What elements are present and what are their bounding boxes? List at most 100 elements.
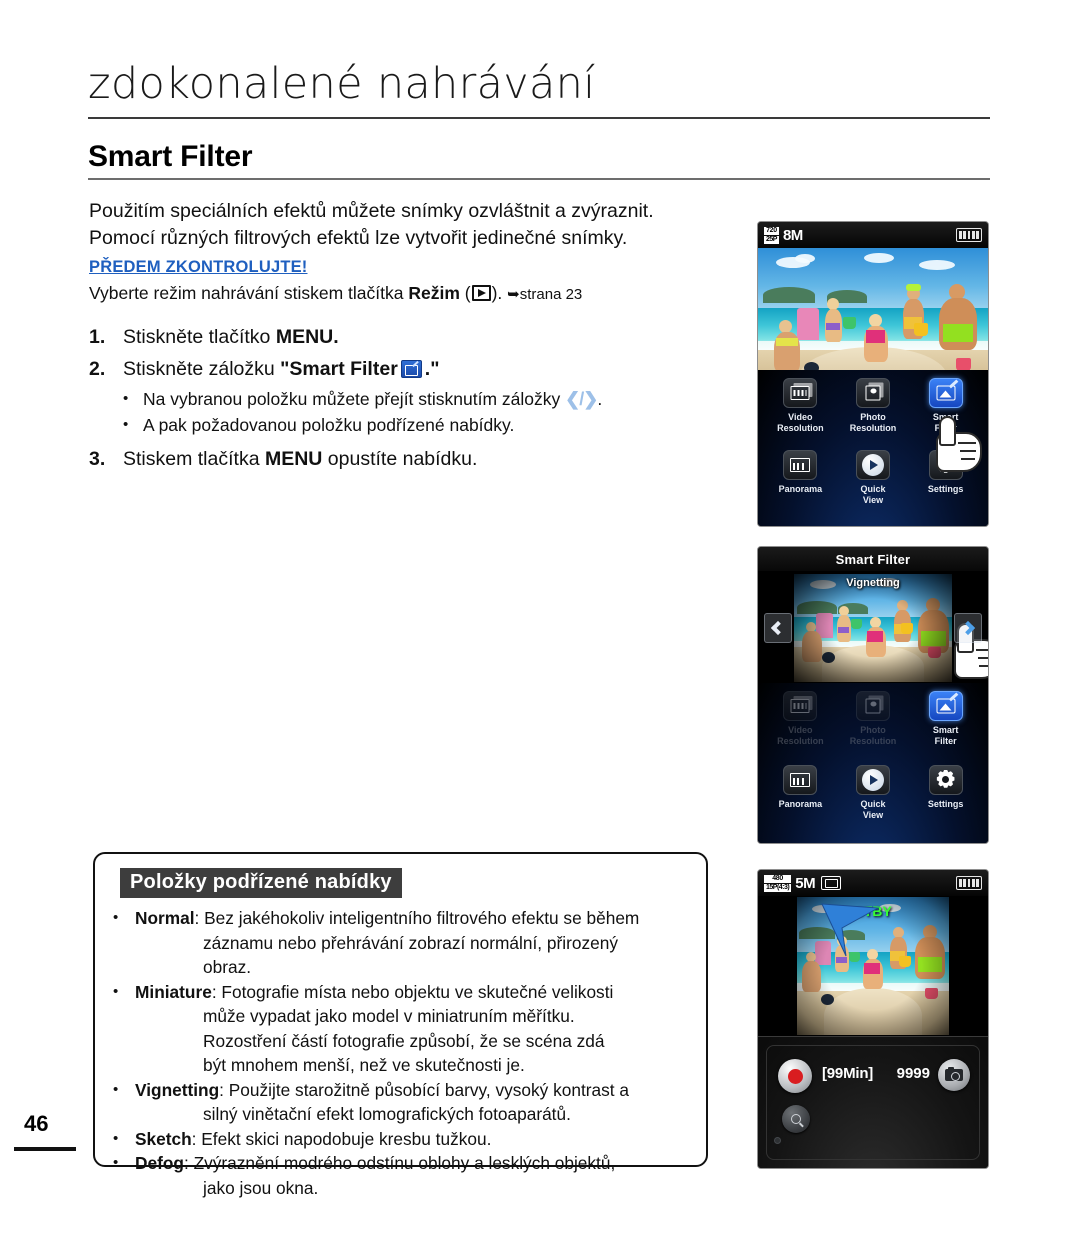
battery-icon	[956, 228, 982, 242]
submenu-item-miniature-line-3: být mnohem menší, než ve skutečnosti je.	[203, 1055, 525, 1075]
submenu-box-heading: Položky podřízené nabídky	[120, 868, 402, 898]
step-1-bold: MENU.	[275, 326, 339, 348]
video-resolution-icon	[783, 691, 818, 721]
menu-item-quick-view-label1: Quick	[860, 484, 886, 494]
camera-screenshot-smart-filter: Smart Filter Vignetting Video Resolution…	[757, 546, 989, 844]
smart-filter-icon	[928, 378, 963, 408]
record-button[interactable]	[778, 1059, 812, 1093]
step-2-number: 2.	[89, 358, 106, 380]
camera-screenshot-menu: 720 25P 8M Video Resolution Photo Resolu…	[757, 221, 989, 527]
submenu-item-vignetting-name: Vignetting	[135, 1079, 220, 1100]
bullet: •	[113, 1080, 119, 1098]
precheck-text-after: .	[497, 283, 508, 303]
status-bar: 720 25P 8M	[758, 222, 988, 248]
bullet: •	[113, 1154, 119, 1171]
menu-item-panorama-label1: Panorama	[778, 799, 823, 809]
menu-item-photo-resolution[interactable]: Photo Resolution	[837, 378, 910, 450]
menu-item-settings-label1: Settings	[927, 799, 964, 809]
quick-view-icon	[855, 765, 890, 795]
camera-body-controls: [99Min] 9999	[758, 1036, 988, 1168]
substep-1: • Na vybranou položku můžete přejít stis…	[123, 386, 749, 412]
substep-1-text-after: .	[597, 389, 603, 409]
menu-item-smart-filter[interactable]: Smart Filter	[909, 691, 982, 765]
intro-line-1: Použitím speciálních efektů můžete snímk…	[89, 200, 654, 222]
submenu-item-defog-line-0: : Zvýraznění modrého odstínu oblohy a le…	[183, 1153, 616, 1173]
precheck-heading: PŘEDEM ZKONTROLUJTE!	[89, 258, 308, 276]
filter-name-label: Vignetting	[846, 577, 900, 589]
substep-2-bullet: •	[123, 416, 129, 433]
settings-menu-grid: Video Resolution Photo Resolution Smart Fil…	[758, 370, 988, 526]
submenu-item-sketch-name: Sketch	[135, 1128, 192, 1149]
precheck-body: Vyberte režim nahrávání stiskem tlačítka…	[89, 283, 583, 303]
menu-item-smart-filter[interactable]: Smart Filter	[909, 378, 982, 450]
photo-resolution-icon	[855, 378, 890, 408]
submenu-item-normal-line-0: : Bez jakéhokoliv inteligentního filtrov…	[194, 908, 640, 928]
substep-1-text: Na vybranou položku můžete přejít stiskn…	[143, 386, 602, 412]
step-3-text-before: Stiskem tlačítka	[123, 448, 265, 470]
menu-item-video-resolution: Video Resolution	[764, 691, 837, 765]
menu-item-panorama[interactable]: Panorama	[764, 450, 837, 522]
panorama-icon	[783, 765, 818, 795]
menu-item-video-resolution-label2: Resolution	[777, 736, 824, 746]
submenu-item-normal-name: Normal	[135, 908, 195, 928]
menu-item-panorama[interactable]: Panorama	[764, 765, 837, 839]
submenu-item-list: • Normal: Bez jakéhokoliv inteligentního…	[113, 906, 692, 1200]
submenu-item-defog-name: Defog	[135, 1153, 184, 1173]
status-bar: 480 15P(4:3) 5M	[758, 870, 988, 896]
submenu-item-normal-line-2: obraz.	[203, 957, 252, 977]
shot-count-remaining: 9999	[896, 1065, 930, 1082]
chevron-right-icon[interactable]	[954, 613, 982, 643]
bullet: •	[113, 909, 119, 926]
video-resolution-icon	[783, 378, 818, 408]
submenu-item-miniature: • Miniature: Fotografie místa nebo objek…	[113, 980, 692, 1078]
submenu-item-sketch-line-0: : Efekt skici napodobuje kresbu tužkou.	[191, 1128, 492, 1149]
menu-item-photo-resolution-label1: Photo	[860, 412, 886, 422]
menu-item-quick-view[interactable]: Quick View	[837, 765, 910, 839]
filter-preview-area: Vignetting	[758, 571, 988, 685]
step-2: 2. Stiskněte záložku "Smart Filter ."	[89, 354, 749, 384]
menu-item-smart-filter-label2: Filter	[934, 423, 957, 433]
submenu-item-normal: • Normal: Bez jakéhokoliv inteligentního…	[113, 906, 692, 980]
smart-filter-icon	[928, 691, 963, 721]
substep-2: • A pak požadovanou položku podřízené na…	[123, 412, 749, 438]
smart-filter-badge-icon	[821, 876, 842, 890]
resolution-bottom: 25P	[764, 235, 779, 244]
submenu-item-vignetting-line-1: silný vinětační efekt lomografických fot…	[203, 1104, 571, 1124]
panorama-icon	[783, 450, 818, 480]
resolution-bottom: 15P(4:3)	[764, 883, 792, 892]
page-number-rule	[14, 1147, 76, 1151]
submenu-item-miniature-line-1: může vypadat jako model v miniatruním mě…	[203, 1006, 575, 1026]
substep-2-text: A pak požadovanou položku podřízené nabí…	[143, 415, 515, 435]
menu-item-video-resolution[interactable]: Video Resolution	[764, 378, 837, 450]
menu-item-panorama-label1: Panorama	[778, 484, 823, 494]
settings-menu-grid: Video Resolution Photo Resolution Smart Fil…	[758, 683, 988, 843]
menu-item-quick-view-label2: View	[862, 495, 884, 505]
bullet: •	[113, 1129, 119, 1147]
menu-item-photo-resolution-label2: Resolution	[849, 423, 897, 433]
mode-play-icon	[471, 285, 491, 301]
zoom-button[interactable]	[782, 1105, 810, 1133]
menu-item-settings[interactable]: Settings	[909, 450, 982, 522]
menu-item-quick-view-label2: View	[862, 810, 884, 820]
step-3-text-after: opustíte nabídku.	[322, 448, 478, 470]
camera-screenshot-standby: 480 15P(4:3) 5M [99Min] 9999	[757, 869, 989, 1169]
settings-gear-icon	[928, 765, 963, 795]
smart-filter-icon	[400, 360, 422, 378]
resolution-top: 480	[764, 874, 792, 883]
submenu-item-defog-line-1: jako jsou okna.	[203, 1177, 319, 1198]
step-2-substeps: • Na vybranou položku můžete přejít stis…	[123, 386, 749, 438]
record-time-remaining: [99Min]	[822, 1065, 874, 1082]
submenu-item-miniature-name: Miniature	[135, 981, 212, 1002]
photo-capture-button[interactable]	[938, 1059, 970, 1091]
submenu-item-sketch: • Sketch: Efekt skici napodobuje kresbu …	[113, 1127, 692, 1152]
menu-item-settings[interactable]: Settings	[909, 765, 982, 839]
chevron-left-icon[interactable]	[764, 613, 792, 643]
chapter-title: zdokonalené nahrávání	[88, 59, 596, 109]
step-3-number: 3.	[89, 448, 106, 470]
menu-item-quick-view-label1: Quick	[860, 799, 886, 809]
menu-item-smart-filter-label2: Filter	[934, 736, 957, 746]
filter-preview-image: Vignetting	[794, 574, 952, 682]
pointer-arrow-icon	[821, 903, 880, 957]
step-2-text: Stiskněte záložku "Smart Filter ."	[123, 354, 749, 384]
menu-item-quick-view[interactable]: Quick View	[837, 450, 910, 522]
